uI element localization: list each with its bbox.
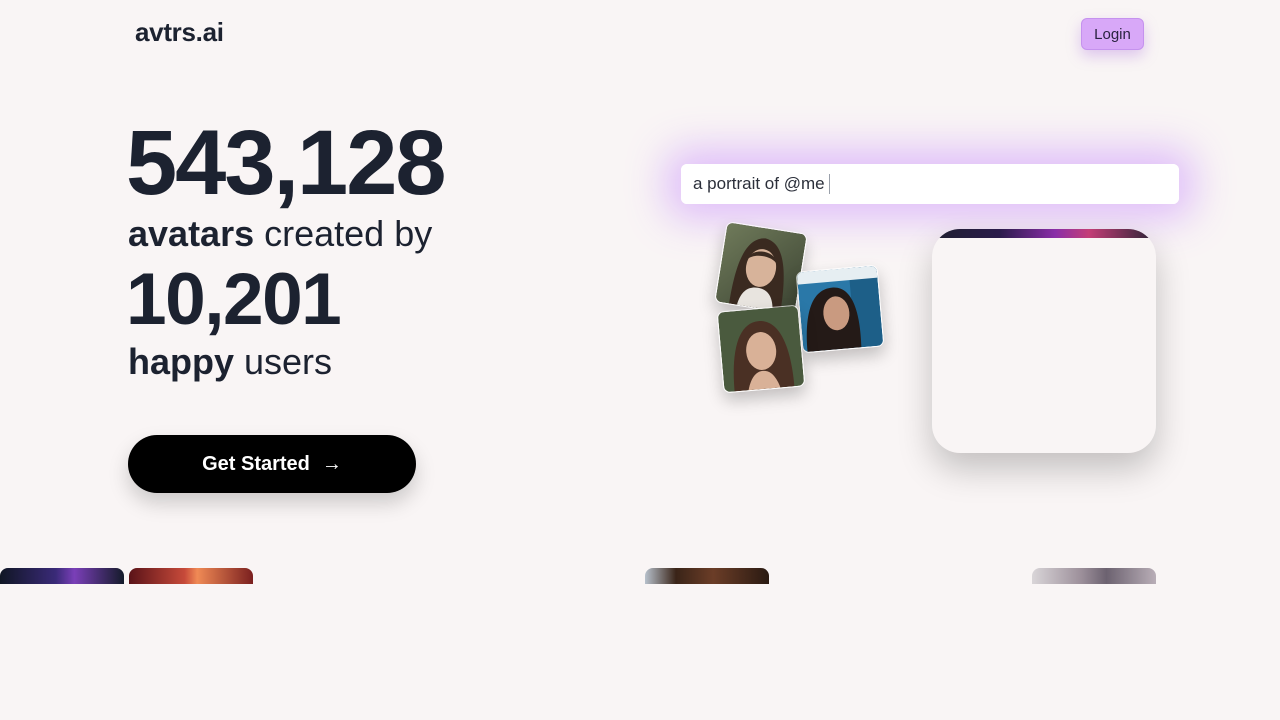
text-caret (828, 174, 830, 194)
avatars-count: 543,128 (126, 112, 447, 214)
generated-avatar-card (932, 229, 1156, 453)
users-count: 10,201 (126, 259, 342, 340)
gallery-avatar-2 (129, 568, 253, 584)
gallery-avatar-3 (645, 568, 769, 584)
arrow-right-icon: → (321, 452, 342, 475)
portrait-photo-3 (717, 305, 805, 393)
avatars-caption: avatars created by (128, 216, 432, 252)
avatars-word: avatars (128, 213, 255, 254)
input-photo-1 (714, 221, 808, 315)
gallery-avatar-1 (0, 568, 124, 584)
brand-logo[interactable]: avtrs.ai (135, 17, 224, 48)
users-word: happy (128, 341, 235, 382)
prompt-input[interactable]: a portrait of @me (681, 164, 1179, 204)
input-photo-2 (795, 264, 885, 354)
portrait-photo-2 (796, 265, 884, 353)
login-button[interactable]: Login (1081, 18, 1144, 50)
users-caption: happy users (128, 344, 332, 380)
portrait-photo-1 (715, 222, 807, 314)
users-suffix: users (234, 341, 333, 382)
input-photo-3 (716, 304, 806, 394)
generated-avatar-image (932, 229, 1156, 238)
avatars-suffix: created by (254, 213, 433, 254)
get-started-label: Get Started (202, 452, 310, 475)
landing-page: avtrs.ai Login 543,128 avatars created b… (0, 0, 1280, 720)
prompt-text: a portrait of @me (693, 174, 825, 193)
gallery-avatar-4 (1032, 568, 1156, 584)
get-started-button[interactable]: Get Started → (128, 435, 416, 493)
